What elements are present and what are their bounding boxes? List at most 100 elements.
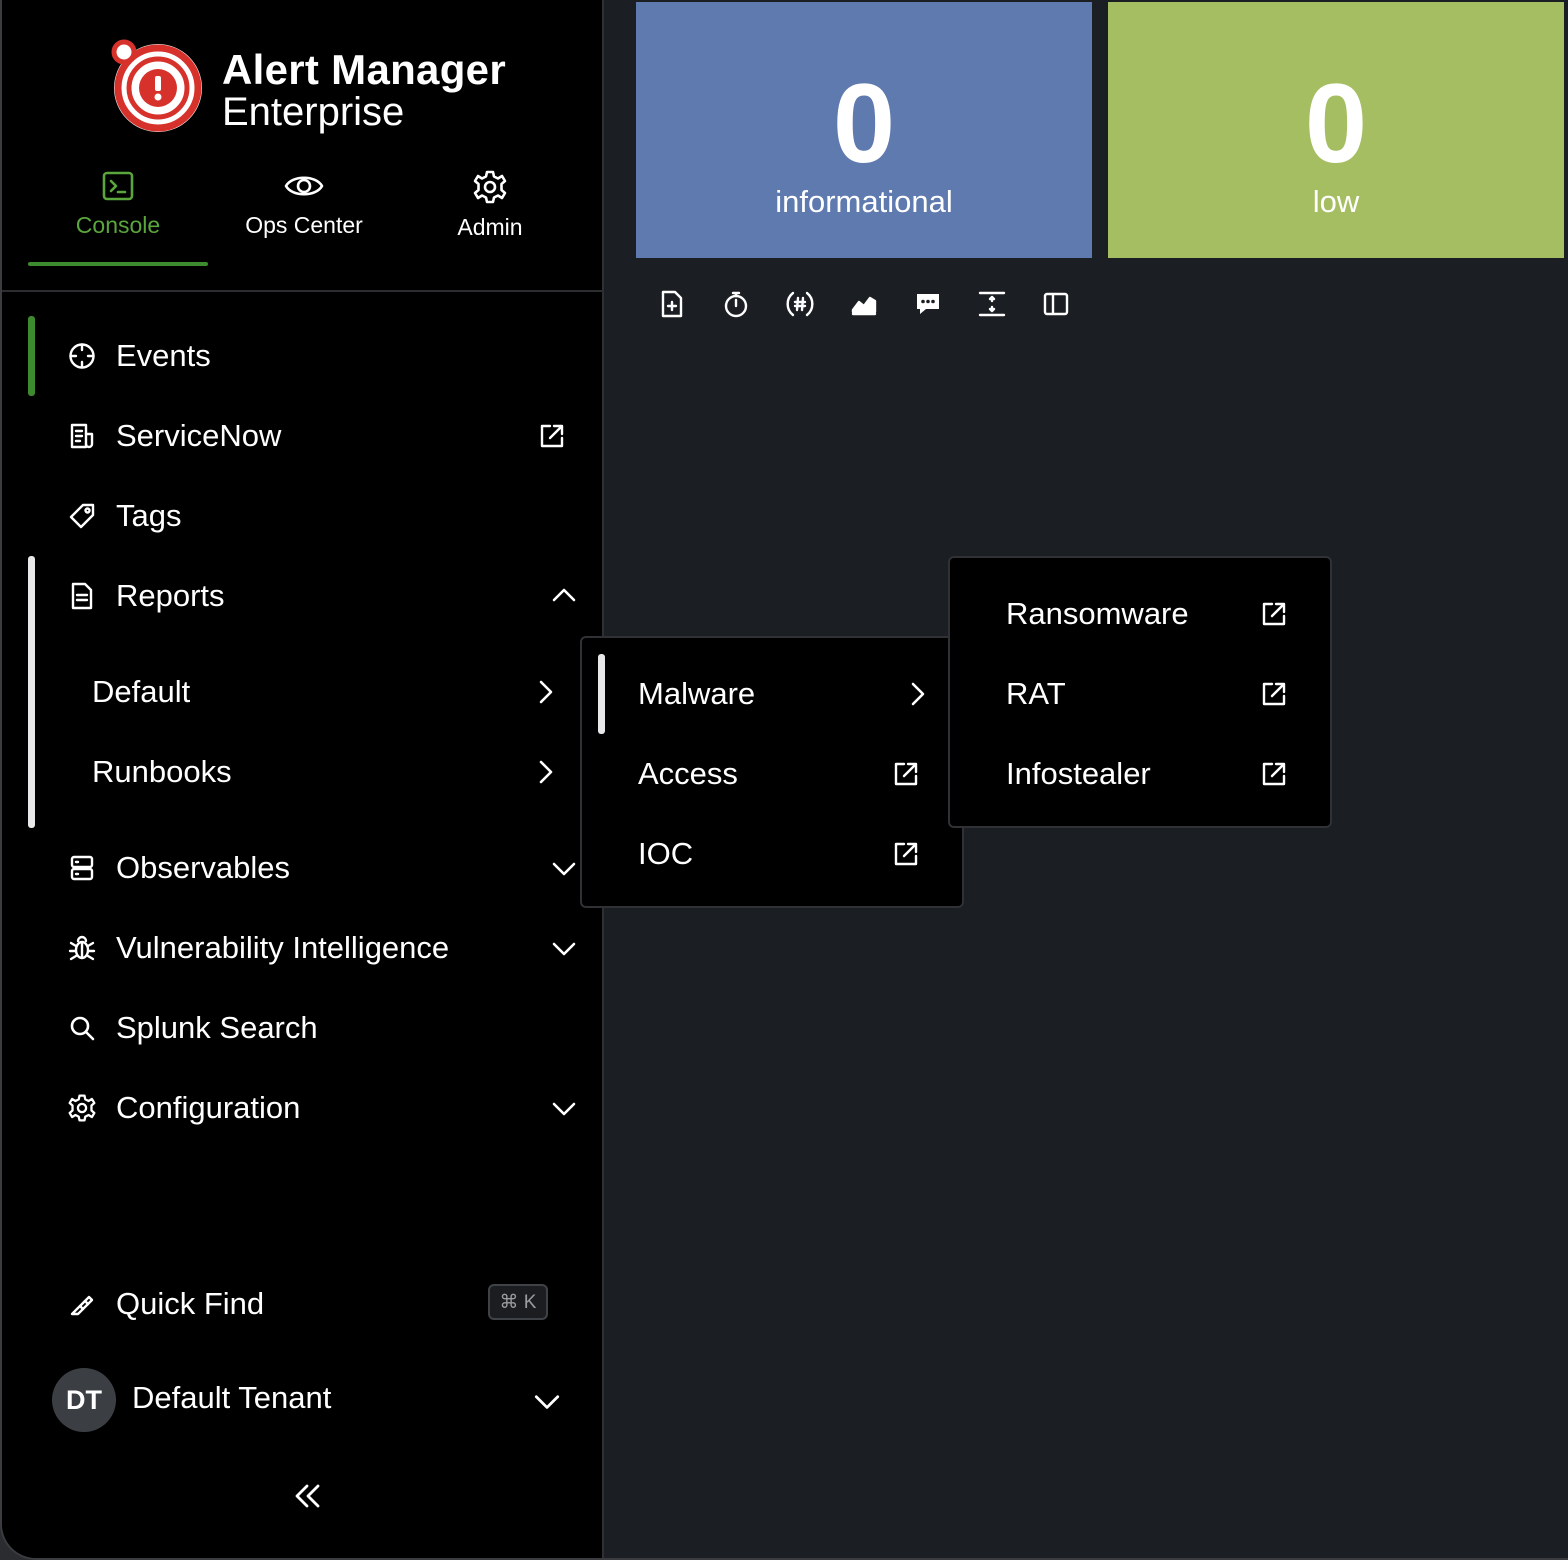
sidebar-subitem-default[interactable]: Default [92, 652, 562, 732]
sidebar-item-events[interactable]: Events [28, 316, 588, 396]
chevron-up-icon [552, 588, 576, 602]
sidebar-item-splunk-search[interactable]: Splunk Search [28, 988, 588, 1068]
add-document-button[interactable] [654, 286, 690, 322]
sidebar: Alert Manager Enterprise Console Ops Cen… [2, 0, 604, 1558]
wand-icon [70, 1295, 94, 1316]
message-icon [917, 294, 939, 314]
external-link-icon[interactable] [538, 422, 566, 450]
crosshair-icon [69, 343, 95, 369]
menu-item-label: Infostealer [1006, 756, 1151, 791]
sidebar-item-label: ServiceNow [116, 418, 282, 453]
external-link-icon [1262, 762, 1286, 786]
app-logo[interactable]: Alert Manager Enterprise [110, 38, 530, 138]
receipt-icon [70, 423, 94, 449]
collapse-sidebar-icon[interactable] [290, 1478, 326, 1514]
menu-item-rat[interactable]: RAT [950, 654, 1330, 734]
menu-item-label: Malware [638, 676, 756, 711]
tenant-selector[interactable]: Default Tenant [132, 1380, 331, 1416]
sidebar-item-tags[interactable]: Tags [28, 476, 588, 556]
row-spacing-icon [978, 291, 1006, 317]
severity-count: 0 [832, 61, 896, 186]
app-window: Alert Manager Enterprise Console Ops Cen… [0, 0, 1568, 1560]
app-title: Alert Manager [222, 46, 506, 93]
sidebar-subitem-runbooks[interactable]: Runbooks [92, 732, 562, 812]
tab-admin[interactable]: Admin [400, 164, 580, 268]
timer-button[interactable] [718, 286, 754, 322]
hashtag-icon [786, 291, 814, 317]
nav-divider [2, 290, 604, 292]
sidebar-item-configuration[interactable]: Configuration [28, 1068, 588, 1148]
tab-console-label: Console [75, 212, 161, 238]
search-icon [70, 1016, 95, 1041]
top-nav: Console Ops Center Admin [28, 164, 588, 268]
menu-item-malware[interactable]: Malware [582, 654, 962, 734]
document-icon [71, 582, 93, 610]
chevron-right-icon [539, 680, 553, 704]
tab-console[interactable]: Console [28, 164, 208, 268]
file-plus-icon [661, 290, 683, 318]
sidebar-panel-icon [1043, 292, 1069, 316]
menu-item-label: IOC [638, 836, 694, 871]
gear-icon [473, 170, 507, 204]
menu-item-label: Ransomware [1006, 596, 1189, 631]
chevron-down-icon [552, 862, 576, 876]
severity-label: low [1312, 184, 1360, 219]
tag-icon [69, 503, 95, 529]
tab-ops-center-label: Ops Center [245, 212, 363, 238]
eye-icon [284, 176, 324, 196]
avatar[interactable]: DT [52, 1368, 116, 1432]
menu-item-infostealer[interactable]: Infostealer [950, 734, 1330, 814]
menu-item-ransomware[interactable]: Ransomware [950, 574, 1330, 654]
expand-rows-button[interactable] [974, 286, 1010, 322]
stopwatch-icon [724, 291, 748, 318]
malware-flyout: Ransomware RAT Infostealer [948, 556, 1332, 828]
hashtag-button[interactable] [782, 286, 818, 322]
sidebar-item-observables[interactable]: Observables [28, 828, 588, 908]
external-link-icon [1262, 682, 1286, 706]
sidebar-subitem-label: Runbooks [92, 754, 232, 789]
severity-card-informational[interactable]: 0 informational [636, 2, 1092, 258]
chevron-down-icon [552, 942, 576, 956]
sidebar-item-vulnerability-intelligence[interactable]: Vulnerability Intelligence [28, 908, 588, 988]
sidebar-subitem-label: Default [92, 674, 191, 709]
app-subtitle: Enterprise [222, 90, 405, 134]
area-chart-icon [851, 296, 877, 316]
sidebar-item-label: Observables [116, 850, 291, 885]
toggle-panel-button[interactable] [1038, 286, 1074, 322]
sidebar-item-label: Configuration [116, 1090, 301, 1125]
quick-find-label: Quick Find [116, 1286, 265, 1321]
dashboard-toolbar [654, 286, 1074, 322]
chevron-right-icon [911, 682, 925, 706]
comment-button[interactable] [910, 286, 946, 322]
sidebar-item-servicenow[interactable]: ServiceNow [28, 396, 588, 476]
sidebar-item-label: Tags [116, 498, 182, 533]
reports-default-flyout: Malware Access IOC [580, 636, 964, 908]
sidebar-item-label: Splunk Search [116, 1010, 318, 1045]
menu-item-ioc[interactable]: IOC [582, 814, 962, 894]
chevron-down-icon[interactable] [532, 1386, 562, 1416]
severity-count: 0 [1304, 61, 1368, 186]
menu-item-access[interactable]: Access [582, 734, 962, 814]
sidebar-item-label: Reports [116, 578, 225, 613]
chevron-down-icon [552, 1102, 576, 1116]
severity-label: informational [775, 184, 953, 219]
chart-button[interactable] [846, 286, 882, 322]
menu-item-label: RAT [1006, 676, 1066, 711]
tab-admin-label: Admin [457, 214, 523, 240]
database-icon [70, 855, 94, 881]
gear-icon [68, 1094, 96, 1122]
sidebar-item-reports[interactable]: Reports [28, 556, 588, 636]
severity-card-low[interactable]: 0 low [1108, 2, 1564, 258]
keyboard-shortcut-badge: ⌘ K [488, 1284, 548, 1320]
external-link-icon [1262, 602, 1286, 626]
external-link-icon [894, 762, 918, 786]
quick-find-button[interactable]: Quick Find ⌘ K [28, 1264, 588, 1344]
bug-icon [68, 935, 96, 961]
chevron-right-icon [539, 760, 553, 784]
terminal-icon [102, 171, 134, 201]
sidebar-item-label: Events [116, 338, 211, 373]
external-link-icon [894, 842, 918, 866]
menu-item-label: Access [638, 756, 738, 791]
alert-logo-icon [111, 39, 202, 132]
tab-ops-center[interactable]: Ops Center [214, 164, 394, 268]
